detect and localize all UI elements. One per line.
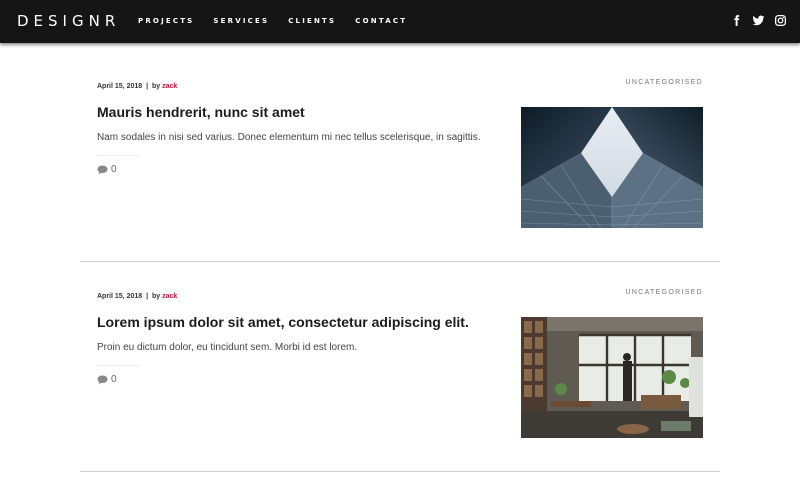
nav-item-services[interactable]: SERVICES: [213, 17, 269, 26]
excerpt-divider: [97, 365, 139, 366]
meta-separator: |: [146, 293, 149, 300]
post-title[interactable]: Lorem ipsum dolor sit amet, consectetur …: [97, 314, 497, 330]
comment-count: 0: [111, 164, 117, 175]
post-comments-link[interactable]: 0: [97, 164, 117, 175]
post-comments-link[interactable]: 0: [97, 374, 117, 385]
post-category[interactable]: UNCATEGORISED: [626, 289, 703, 296]
post-by-label: by: [152, 83, 161, 90]
post-title[interactable]: Mauris hendrerit, nunc sit amet: [97, 104, 497, 120]
post-excerpt: Nam sodales in nisi sed varius. Donec el…: [97, 132, 481, 143]
excerpt-divider: [97, 155, 139, 156]
post-by-label: by: [152, 293, 161, 300]
site-header: DESIGNR PROJECTS SERVICES CLIENTS CONTAC…: [0, 0, 800, 43]
facebook-icon[interactable]: [730, 14, 743, 27]
post-thumbnail[interactable]: [521, 107, 703, 228]
comment-icon: [97, 375, 108, 385]
main-nav: PROJECTS SERVICES CLIENTS CONTACT: [138, 17, 426, 26]
meta-separator: |: [146, 83, 149, 90]
interior-photo: [521, 317, 703, 438]
post-date[interactable]: April 15, 2018: [97, 293, 142, 300]
nav-item-projects[interactable]: PROJECTS: [138, 17, 194, 26]
post-category[interactable]: UNCATEGORISED: [626, 79, 703, 86]
comment-icon: [97, 165, 108, 175]
post-card: April 15, 2018 | by zack UNCATEGORISED M…: [80, 52, 720, 262]
social-links: [730, 14, 787, 27]
instagram-icon[interactable]: [774, 14, 787, 27]
nav-item-contact[interactable]: CONTACT: [355, 17, 407, 26]
post-thumbnail[interactable]: [521, 317, 703, 438]
post-card: April 15, 2018 | by zack UNCATEGORISED L…: [80, 262, 720, 472]
comment-count: 0: [111, 374, 117, 385]
site-logo[interactable]: DESIGNR: [17, 12, 120, 30]
post-meta: April 15, 2018 | by zack: [97, 83, 177, 90]
post-date[interactable]: April 15, 2018: [97, 83, 142, 90]
skyscraper-photo: [521, 107, 703, 228]
post-excerpt: Proin eu dictum dolor, eu tincidunt sem.…: [97, 342, 358, 353]
post-meta: April 15, 2018 | by zack: [97, 293, 177, 300]
nav-item-clients[interactable]: CLIENTS: [288, 17, 336, 26]
post-author-link[interactable]: zack: [162, 83, 177, 90]
post-author-link[interactable]: zack: [162, 293, 177, 300]
twitter-icon[interactable]: [752, 14, 765, 27]
